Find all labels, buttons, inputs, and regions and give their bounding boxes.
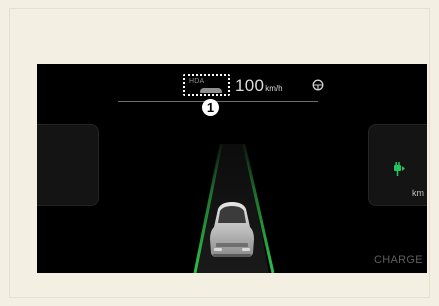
set-speed: 100km/h: [235, 76, 283, 96]
ego-vehicle-icon: [210, 202, 254, 257]
ev-plug-icon: [394, 162, 405, 176]
right-gauge-panel: km: [368, 124, 427, 206]
manual-figure-frame: HDA 1 100km/h km CHARGE: [9, 8, 430, 298]
speed-unit: km/h: [265, 84, 283, 93]
car-icon: [200, 88, 222, 93]
steering-wheel-icon: [312, 79, 324, 91]
instrument-cluster-display: HDA 1 100km/h km CHARGE: [37, 64, 427, 273]
hda-label: HDA: [189, 78, 205, 85]
hda-indicator-highlight: HDA: [183, 74, 230, 96]
speed-baseline: [118, 101, 318, 102]
range-unit: km: [412, 188, 424, 198]
charge-mode-label: CHARGE: [374, 254, 423, 266]
speed-value: 100: [235, 76, 265, 95]
callout-marker: 1: [202, 99, 219, 116]
left-gauge-panel: [37, 124, 99, 206]
